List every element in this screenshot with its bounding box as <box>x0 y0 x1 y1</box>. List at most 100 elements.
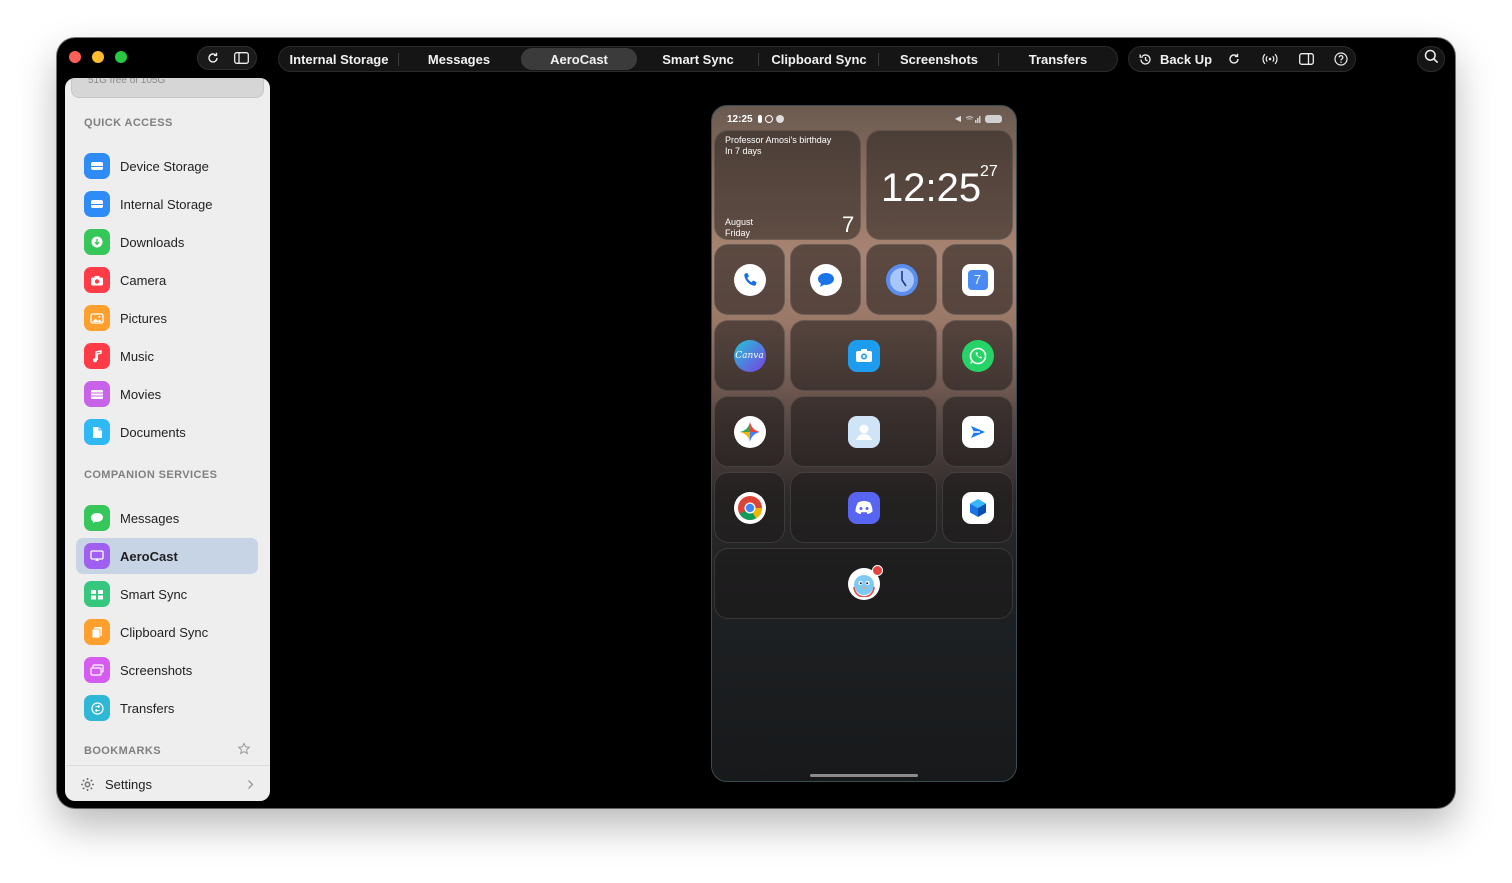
zoom-window-button[interactable] <box>115 51 127 63</box>
sidebar-item-camera[interactable]: Camera <box>76 262 258 298</box>
tab-label: Smart Sync <box>662 51 734 67</box>
canva-icon: Canva <box>733 339 766 372</box>
calendar-day: 7 <box>842 212 855 237</box>
app-discord[interactable] <box>790 472 937 543</box>
bird-mascot-icon <box>847 564 883 600</box>
tab-label: Screenshots <box>899 51 979 67</box>
sidebar-item-label: Downloads <box>120 234 185 250</box>
clock-seconds: 27 <box>980 163 998 180</box>
sidebar-item-screenshots[interactable]: Screenshots <box>76 652 258 688</box>
battery-icon <box>985 114 1002 123</box>
messenger-icon <box>961 415 994 448</box>
phone-icon <box>733 263 766 296</box>
close-window-button[interactable] <box>69 51 81 63</box>
sidebar-item-internal-storage[interactable]: Internal Storage <box>76 186 258 222</box>
toolbar-actions: Back Up <box>1128 46 1356 72</box>
app-chrome[interactable] <box>714 472 785 543</box>
app-messages[interactable] <box>790 244 861 315</box>
tab-aerocast[interactable]: AeroCast <box>521 48 637 70</box>
sidebar-item-label: Screenshots <box>120 662 193 678</box>
minimize-window-button[interactable] <box>92 51 104 63</box>
app-calendar[interactable]: 7 <box>942 244 1013 315</box>
companion-services-heading: COMPANION SERVICES <box>84 469 218 481</box>
app-gemini[interactable] <box>714 396 785 467</box>
sidebar-item-label: Movies <box>120 386 162 402</box>
sidebar-item-movies[interactable]: Movies <box>76 376 258 412</box>
sidebar-item-label: Clipboard Sync <box>120 624 209 640</box>
picture-icon <box>84 305 110 331</box>
add-bookmark-icon[interactable] <box>237 742 251 761</box>
camera-icon <box>847 339 880 372</box>
sidebar-item-documents[interactable]: Documents <box>76 414 258 450</box>
gear-icon <box>80 777 95 792</box>
sidebar: 51G free of 105G QUICK ACCESS Device Sto… <box>65 78 270 801</box>
sync-icon[interactable] <box>1222 47 1246 71</box>
sidebar-item-label: Music <box>120 348 154 364</box>
settings-label: Settings <box>105 776 152 792</box>
app-camera[interactable] <box>790 320 937 391</box>
tab-label: Internal Storage <box>289 51 389 67</box>
tab-smart-sync[interactable]: Smart Sync <box>637 48 759 70</box>
calendar-widget[interactable]: Professor Amosi's birthday In 7 days Aug… <box>714 130 861 240</box>
clipboard-icon <box>84 619 110 645</box>
tab-screenshots[interactable]: Screenshots <box>879 48 999 70</box>
app-messenger[interactable] <box>942 396 1013 467</box>
refresh-icon[interactable] <box>199 51 227 65</box>
film-icon <box>84 381 110 407</box>
sidebar-toggle-icon[interactable] <box>227 52 255 64</box>
app-contacts[interactable] <box>790 396 937 467</box>
sidebar-item-aerocast[interactable]: AeroCast <box>76 538 258 574</box>
document-icon <box>84 419 110 445</box>
sidebar-item-clipboard-sync[interactable]: Clipboard Sync <box>76 614 258 650</box>
tab-internal-storage[interactable]: Internal Storage <box>279 48 399 70</box>
sidebar-item-transfers[interactable]: Transfers <box>76 690 258 726</box>
status-system-icons: ◀ <box>955 114 1002 123</box>
sidebar-item-pictures[interactable]: Pictures <box>76 300 258 336</box>
help-icon[interactable] <box>1329 47 1353 71</box>
app-canva[interactable]: Canva <box>714 320 785 391</box>
sidebar-item-music[interactable]: Music <box>76 338 258 374</box>
phone-screen-mirror[interactable]: 12:25 ◀ Professor Amosi's birthday In 7 … <box>711 105 1017 782</box>
toolbar-left-group <box>197 46 257 70</box>
settings-row[interactable]: Settings <box>65 765 270 801</box>
tab-clipboard-sync[interactable]: Clipboard Sync <box>759 48 879 70</box>
back-up-button[interactable]: Back Up <box>1133 47 1212 71</box>
sidebar-item-smart-sync[interactable]: Smart Sync <box>76 576 258 612</box>
files-cube-icon <box>961 491 994 524</box>
app-whatsapp[interactable] <box>942 320 1013 391</box>
sidebar-item-downloads[interactable]: Downloads <box>76 224 258 260</box>
tab-transfers[interactable]: Transfers <box>999 48 1117 70</box>
sidebar-item-device-storage[interactable]: Device Storage <box>76 148 258 184</box>
tab-messages[interactable]: Messages <box>399 48 519 70</box>
grid-icon <box>84 581 110 607</box>
app-clock[interactable] <box>866 244 937 315</box>
chevron-right-icon <box>247 779 254 790</box>
app-assistant[interactable] <box>714 548 1013 619</box>
clock-widget[interactable]: 12:25 27 <box>866 130 1013 240</box>
app-files[interactable] <box>942 472 1013 543</box>
sidebar-item-label: Messages <box>120 510 180 526</box>
home-indicator[interactable] <box>810 774 918 777</box>
mute-icon: ◀ <box>954 114 961 123</box>
clock-icon <box>885 263 918 296</box>
back-up-label: Back Up <box>1160 51 1213 67</box>
sidebar-item-label: Camera <box>120 272 167 288</box>
broadcast-icon[interactable] <box>1258 47 1282 71</box>
tab-bar: Internal Storage Messages AeroCast Smart… <box>278 46 1118 72</box>
storage-summary[interactable]: 51G free of 105G <box>71 78 264 98</box>
clock-time: 12:25 <box>881 166 982 210</box>
sidebar-item-label: Transfers <box>120 700 175 716</box>
backup-clock-icon <box>1133 47 1157 71</box>
signal-icon <box>965 115 981 123</box>
tab-label: AeroCast <box>550 51 608 67</box>
app-phone[interactable] <box>714 244 785 315</box>
search-icon <box>1424 49 1439 69</box>
transfer-icon <box>84 695 110 721</box>
panel-icon[interactable] <box>1294 47 1318 71</box>
quick-access-heading: QUICK ACCESS <box>84 117 173 129</box>
phone-status-time: 12:25 <box>727 114 753 125</box>
sidebar-item-label: Documents <box>120 424 186 440</box>
sidebar-item-messages[interactable]: Messages <box>76 500 258 536</box>
search-button[interactable] <box>1417 46 1445 72</box>
sidebar-item-label: Pictures <box>120 310 167 326</box>
